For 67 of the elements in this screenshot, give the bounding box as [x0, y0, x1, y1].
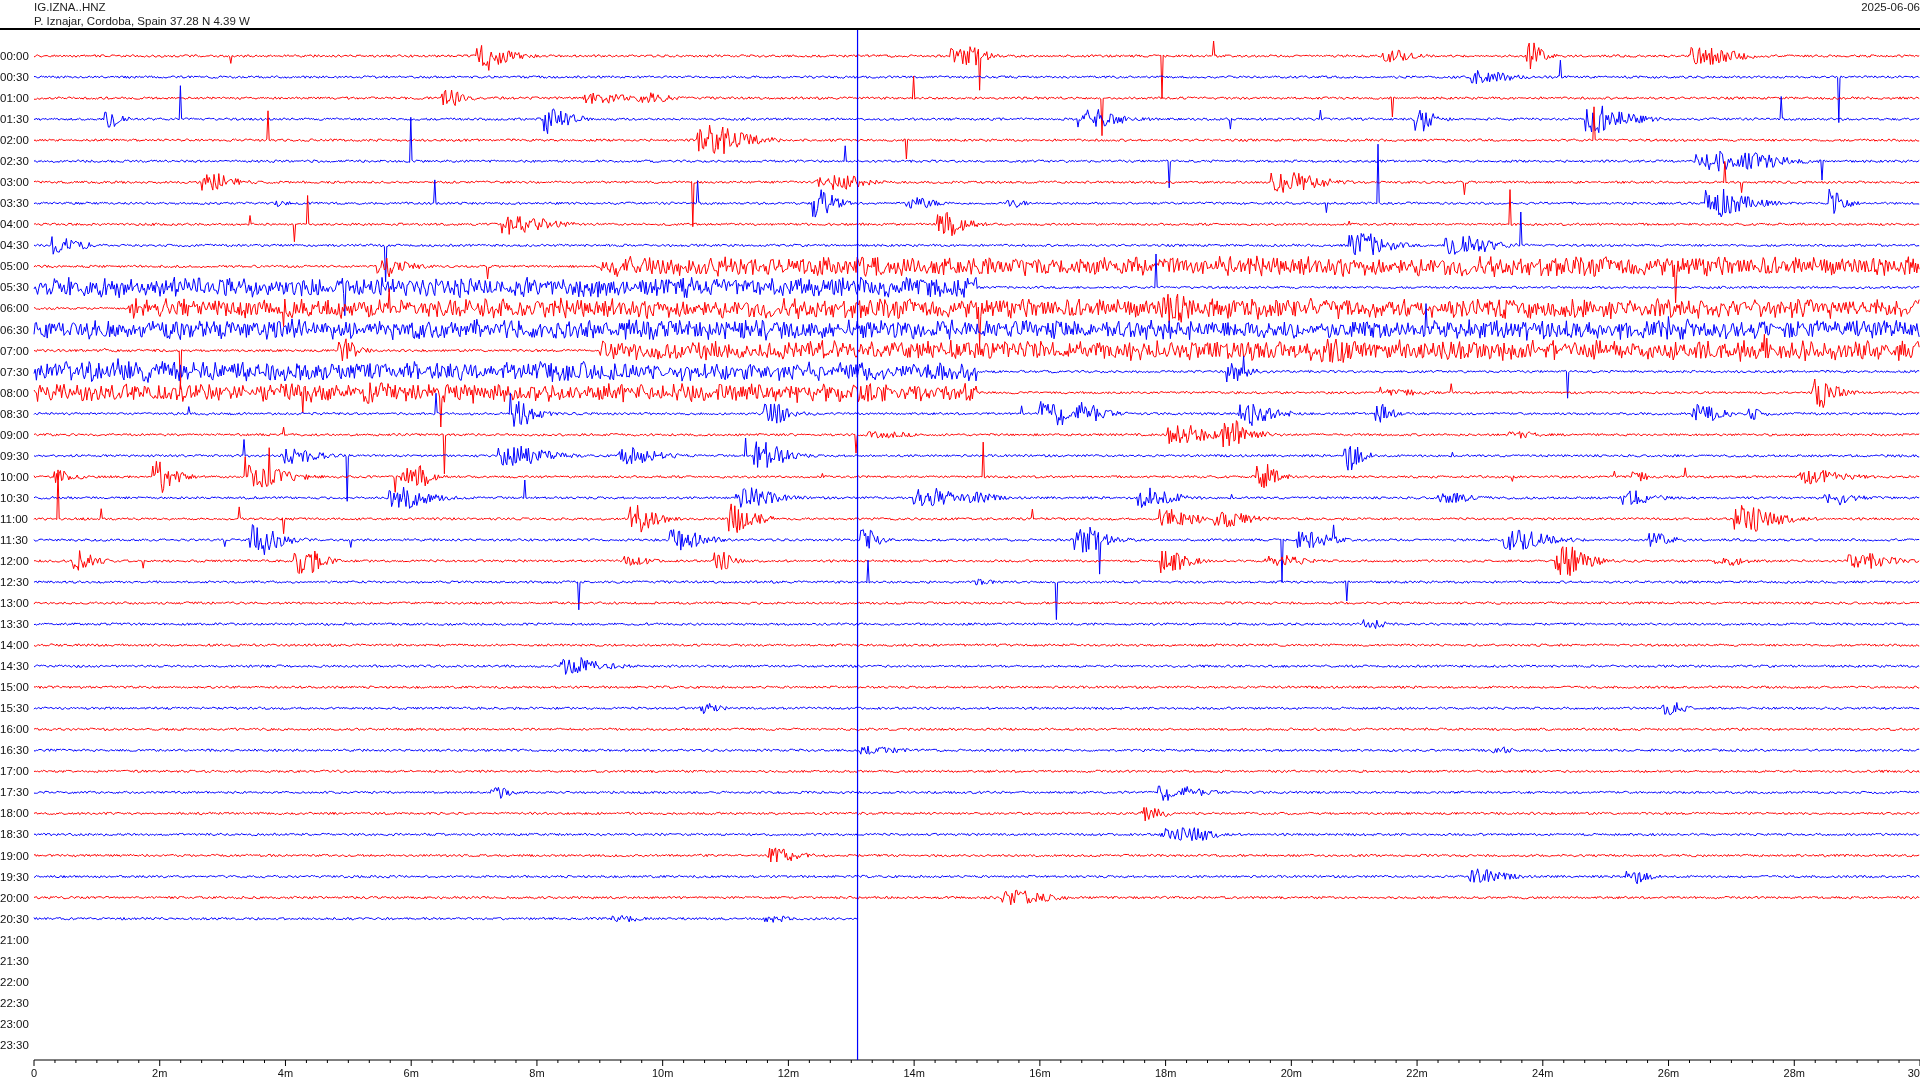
time-tick-label: 26m	[1657, 1067, 1680, 1078]
time-label: 15:00	[0, 681, 29, 694]
time-label: 17:30	[0, 786, 29, 799]
time-label: 22:00	[0, 975, 29, 988]
time-label: 03:30	[0, 197, 29, 210]
time-tick-label: 2m	[152, 1067, 168, 1078]
time-label: 04:00	[0, 218, 29, 231]
time-label: 14:00	[0, 639, 29, 652]
time-label: 20:30	[0, 912, 29, 925]
time-label: 00:30	[0, 71, 29, 84]
time-label: 23:00	[0, 1017, 29, 1030]
time-label: 09:00	[0, 428, 29, 441]
time-label: 01:30	[0, 113, 29, 126]
time-label: 19:30	[0, 870, 29, 883]
time-label: 04:30	[0, 239, 29, 252]
time-tick-label: 0	[31, 1067, 38, 1078]
time-label: 18:30	[0, 828, 29, 841]
time-label: 15:30	[0, 702, 29, 715]
time-label: 10:30	[0, 491, 29, 504]
time-tick-label: 14m	[903, 1067, 925, 1078]
time-label: 11:00	[0, 512, 28, 525]
time-label: 01:00	[0, 92, 29, 105]
time-tick-label: 22m	[1406, 1067, 1428, 1078]
time-label: 13:00	[0, 597, 29, 610]
time-label: 13:30	[0, 618, 29, 631]
station-location: P. Iznajar, Cordoba, Spain 37.28 N 4.39 W	[34, 14, 250, 28]
time-label: 23:30	[0, 1038, 29, 1051]
time-label: 06:00	[0, 302, 29, 315]
time-tick-label: 12m	[777, 1067, 800, 1078]
time-label: 03:00	[0, 176, 29, 189]
time-label: 08:00	[0, 386, 29, 399]
time-label: 14:30	[0, 660, 29, 673]
time-label: 02:00	[0, 134, 29, 147]
time-label: 07:00	[0, 344, 29, 357]
time-tick-label: 24m	[1532, 1067, 1554, 1078]
time-label: 21:30	[0, 954, 29, 967]
time-label: 07:30	[0, 365, 29, 378]
station-code: IG.IZNA..HNZ	[34, 0, 106, 14]
time-label: 05:30	[0, 281, 29, 294]
time-label: 10:00	[0, 470, 29, 483]
time-label: 12:00	[0, 554, 29, 567]
time-label: 08:30	[0, 407, 29, 420]
time-label: 19:00	[0, 849, 29, 862]
time-tick-label: 20m	[1280, 1067, 1303, 1078]
time-label: 11:30	[0, 533, 28, 546]
time-label: 16:00	[0, 723, 29, 736]
time-tick-label: 28m	[1783, 1067, 1805, 1078]
time-label: 00:00	[0, 50, 29, 62]
time-label: 16:30	[0, 744, 29, 757]
time-tick-label: 18m	[1154, 1067, 1177, 1078]
time-label: 18:00	[0, 807, 29, 820]
time-tick-label: 16m	[1029, 1067, 1051, 1078]
time-label: 21:00	[0, 933, 29, 946]
time-label: 12:30	[0, 576, 29, 588]
time-tick-label: 10m	[651, 1067, 674, 1078]
time-label: 05:00	[0, 260, 29, 273]
time-label: 20:00	[0, 891, 29, 904]
time-label: 02:30	[0, 155, 29, 168]
plot-date: 2025-06-06	[1861, 0, 1920, 14]
time-label: 06:30	[0, 323, 29, 336]
time-tick-label: 6m	[403, 1067, 419, 1078]
time-label: 22:30	[0, 996, 29, 1009]
time-label: 17:00	[0, 765, 29, 778]
time-label: 09:30	[0, 449, 29, 462]
time-tick-label: 8m	[529, 1067, 545, 1078]
time-tick-label: 4m	[277, 1067, 294, 1078]
time-tick-label: 30	[1907, 1067, 1920, 1078]
